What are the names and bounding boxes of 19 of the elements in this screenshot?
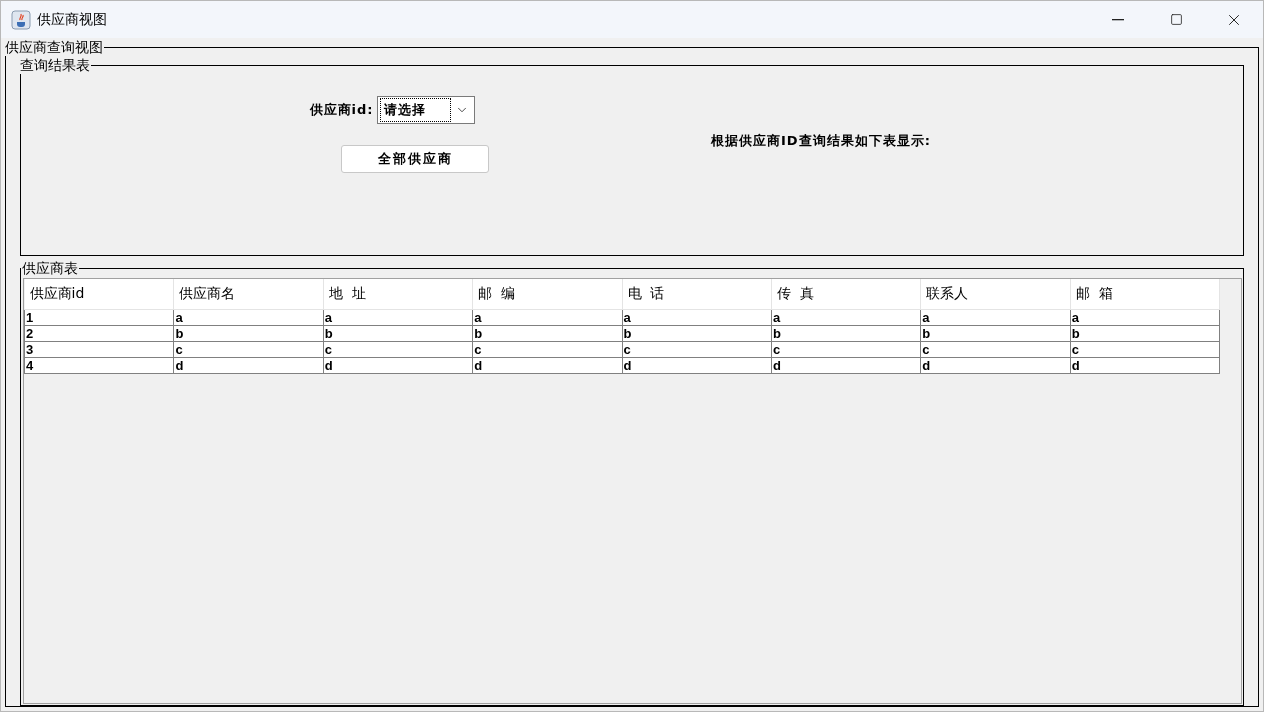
panel-title: 供应商表	[21, 259, 79, 277]
supplier-id-label: 供应商id:	[309, 101, 374, 119]
supplier-id-select[interactable]: 请选择	[377, 96, 476, 124]
all-suppliers-button[interactable]: 全部供应商	[341, 145, 489, 173]
minimize-icon	[1112, 18, 1124, 21]
java-cup-icon	[11, 9, 31, 30]
panel-title: 查询结果表	[19, 56, 91, 74]
column-header[interactable]: 电 话	[622, 279, 772, 310]
column-header[interactable]: 供应商名	[173, 279, 324, 310]
column-header[interactable]: 供应商id	[24, 279, 174, 310]
panel-title: 供应商查询视图	[4, 38, 104, 56]
column-header[interactable]: 邮 编	[472, 279, 622, 310]
column-header[interactable]: 联系人	[920, 279, 1071, 310]
window-title: 供应商视图	[37, 10, 107, 29]
column-header[interactable]: 邮 箱	[1070, 279, 1220, 310]
column-header[interactable]: 地 址	[323, 279, 473, 310]
column-header[interactable]: 传 真	[771, 279, 921, 310]
result-note: 根据供应商ID查询结果如下表显示:	[711, 132, 931, 150]
maximize-icon	[1169, 13, 1183, 26]
